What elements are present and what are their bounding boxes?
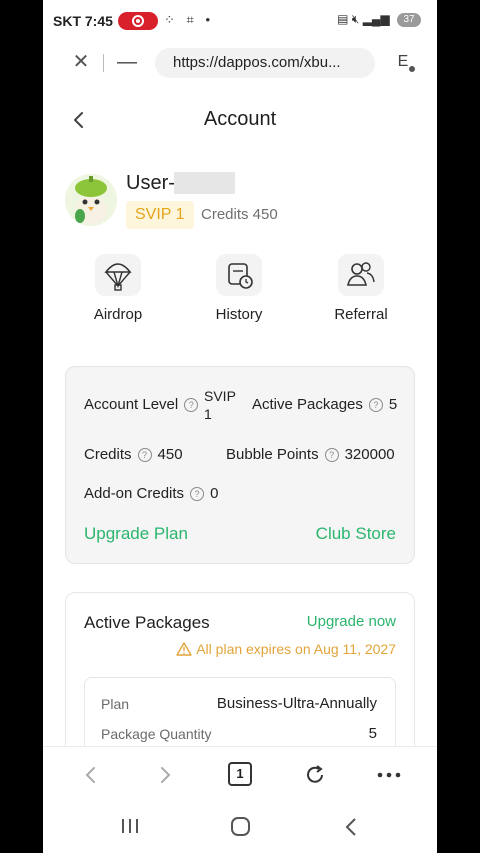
avatar[interactable] [65, 174, 117, 226]
extension-button[interactable]: E [391, 50, 415, 74]
credits-row: Credits? 450 [84, 446, 183, 463]
url-field[interactable]: https://dappos.com/xbu... [155, 48, 375, 78]
upgrade-plan-link[interactable]: Upgrade Plan [84, 524, 188, 544]
grid-notification-icon: ⁘ [164, 12, 179, 27]
addon-credits-label: Add-on Credits [84, 485, 185, 502]
referral-button[interactable]: Referral [311, 254, 411, 323]
active-packages-card: Active Packages Upgrade now All plan exp… [65, 592, 415, 746]
airdrop-label: Airdrop [93, 306, 143, 323]
phone-screen: SKT 7:45 ⁘ ⌗ • ▤ 🔇︎ ▂▄▆ 37 ✕ — https://d… [43, 0, 437, 853]
clock: 7:45 [84, 13, 113, 29]
more-notifications-dot-icon: • [205, 12, 215, 27]
system-nav-bar [43, 802, 437, 853]
home-icon[interactable] [230, 816, 252, 843]
active-packages-label: Active Packages [252, 396, 363, 413]
redacted-username-mask [174, 172, 235, 194]
notification-icons: ⁘ ⌗ • [164, 12, 214, 28]
account-level-value-line2: 1 [204, 406, 212, 422]
avatar-image [65, 174, 117, 226]
history-label: History [215, 306, 263, 323]
browser-back-icon[interactable] [77, 761, 105, 789]
carrier-label: SKT [53, 13, 81, 29]
divider [103, 54, 104, 72]
account-level-value-line1: SVIP [204, 388, 236, 404]
plan-label: Plan [101, 696, 130, 712]
addon-credits-row: Add-on Credits? 0 [84, 485, 218, 502]
browser-forward-icon[interactable] [151, 761, 179, 789]
users-icon [338, 254, 384, 296]
bubble-points-label: Bubble Points [226, 446, 319, 463]
parachute-icon [95, 254, 141, 296]
cast-icon: ▤ [337, 12, 349, 26]
calendar-clock-icon [216, 254, 262, 296]
help-icon[interactable]: ? [324, 448, 339, 463]
account-info-card: Account Level? SVIP 1 Active Packages? 5 … [65, 366, 415, 564]
recording-indicator-icon [118, 12, 158, 30]
referral-label: Referral [334, 306, 388, 323]
airdrop-button[interactable]: Airdrop [68, 254, 168, 323]
status-bar: SKT 7:45 ⁘ ⌗ • ▤ 🔇︎ ▂▄▆ 37 [43, 0, 437, 42]
expiry-notice: All plan expires on Aug 11, 2027 [176, 641, 396, 657]
credits-value: 450 [157, 446, 183, 463]
help-icon[interactable]: ? [137, 448, 152, 463]
plan-details-box: Plan Business-Ultra-Annually Package Qua… [84, 677, 396, 746]
browser-url-bar: ✕ — https://dappos.com/xbu... E [43, 42, 437, 88]
account-page: Account User- SVIP 1 Credits 450 Airdrop [43, 88, 437, 746]
help-icon[interactable]: ? [190, 487, 205, 502]
battery-icon: 37 [397, 12, 421, 27]
system-back-icon[interactable] [341, 816, 363, 843]
credits-summary: Credits 450 [201, 206, 278, 223]
more-options-icon[interactable] [375, 761, 403, 789]
browser-toolbar: 1 [43, 746, 437, 803]
credits-label: Credits [84, 446, 132, 463]
club-store-link[interactable]: Club Store [316, 524, 396, 544]
bubble-points-value: 320000 [344, 446, 395, 463]
history-button[interactable]: History [189, 254, 289, 323]
bubble-points-row: Bubble Points? 320000 [226, 446, 395, 463]
help-icon[interactable]: ? [368, 398, 383, 413]
mute-icon: 🔇︎ [351, 12, 360, 26]
recent-apps-icon[interactable] [119, 816, 141, 841]
tabs-button[interactable]: 1 [228, 762, 252, 786]
system-status-icons: ▤ 🔇︎ ▂▄▆ 37 [337, 12, 421, 27]
package-quantity-label: Package Quantity [101, 726, 212, 742]
page-title: Account [203, 108, 277, 130]
active-packages-title: Active Packages [84, 613, 210, 632]
account-level-value: SVIP 1 [204, 387, 236, 423]
minimize-icon[interactable]: — [115, 50, 139, 74]
help-icon[interactable]: ? [184, 398, 199, 413]
active-packages-row: Active Packages? 5 [252, 396, 397, 413]
package-quantity-value: 5 [368, 725, 377, 742]
status-carrier-time: SKT 7:45 [53, 13, 113, 29]
plan-value: Business-Ultra-Annually [216, 695, 377, 712]
account-level-label: Account Level [84, 396, 179, 413]
screenshot-notification-icon: ⌗ [186, 12, 198, 27]
reload-icon[interactable] [301, 761, 329, 789]
upgrade-now-link[interactable]: Upgrade now [307, 613, 396, 630]
signal-icon: ▂▄▆ [362, 12, 390, 26]
addon-credits-value: 0 [210, 485, 219, 502]
svip-level-badge: SVIP 1 [126, 201, 194, 229]
account-level-row: Account Level? [84, 396, 204, 413]
close-tab-icon[interactable]: ✕ [69, 50, 93, 74]
warning-icon [176, 642, 192, 656]
expiry-text: All plan expires on Aug 11, 2027 [196, 641, 396, 657]
username: User- [126, 172, 175, 194]
active-packages-value: 5 [388, 396, 398, 413]
